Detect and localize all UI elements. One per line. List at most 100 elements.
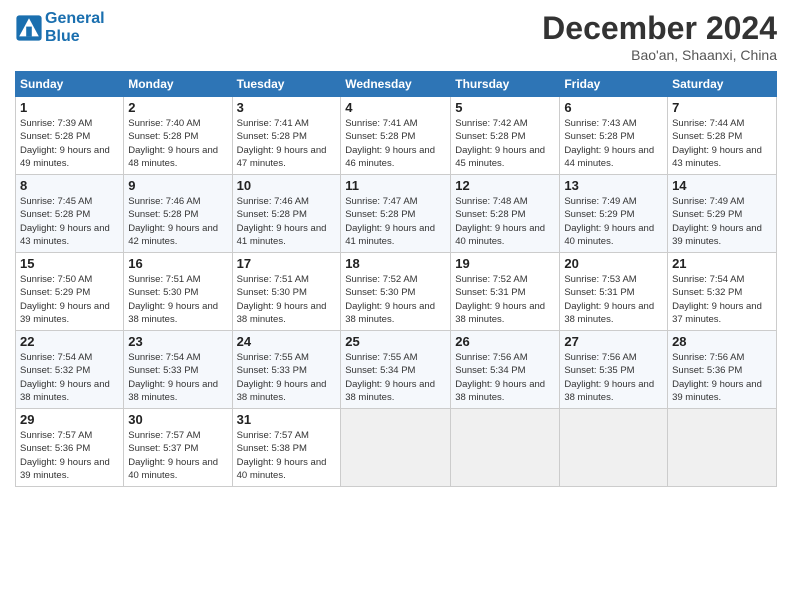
calendar-cell: 20 Sunrise: 7:53 AMSunset: 5:31 PMDaylig…: [560, 253, 668, 331]
cell-details: Sunrise: 7:57 AMSunset: 5:38 PMDaylight:…: [237, 430, 327, 481]
logo-icon: [15, 14, 43, 42]
cell-details: Sunrise: 7:47 AMSunset: 5:28 PMDaylight:…: [345, 196, 435, 247]
cell-details: Sunrise: 7:56 AMSunset: 5:36 PMDaylight:…: [672, 352, 762, 403]
calendar-cell: 29 Sunrise: 7:57 AMSunset: 5:36 PMDaylig…: [16, 409, 124, 487]
day-number: 10: [237, 178, 337, 193]
cell-details: Sunrise: 7:56 AMSunset: 5:35 PMDaylight:…: [564, 352, 654, 403]
day-number: 1: [20, 100, 119, 115]
cell-details: Sunrise: 7:54 AMSunset: 5:32 PMDaylight:…: [672, 274, 762, 325]
day-number: 29: [20, 412, 119, 427]
day-number: 25: [345, 334, 446, 349]
calendar-cell: 25 Sunrise: 7:55 AMSunset: 5:34 PMDaylig…: [341, 331, 451, 409]
cell-details: Sunrise: 7:46 AMSunset: 5:28 PMDaylight:…: [237, 196, 327, 247]
cell-details: Sunrise: 7:42 AMSunset: 5:28 PMDaylight:…: [455, 118, 545, 169]
cell-details: Sunrise: 7:40 AMSunset: 5:28 PMDaylight:…: [128, 118, 218, 169]
cell-details: Sunrise: 7:54 AMSunset: 5:32 PMDaylight:…: [20, 352, 110, 403]
day-number: 11: [345, 178, 446, 193]
day-number: 17: [237, 256, 337, 271]
cell-details: Sunrise: 7:54 AMSunset: 5:33 PMDaylight:…: [128, 352, 218, 403]
cell-details: Sunrise: 7:44 AMSunset: 5:28 PMDaylight:…: [672, 118, 762, 169]
cell-details: Sunrise: 7:50 AMSunset: 5:29 PMDaylight:…: [20, 274, 110, 325]
day-number: 22: [20, 334, 119, 349]
calendar-cell: 28 Sunrise: 7:56 AMSunset: 5:36 PMDaylig…: [668, 331, 777, 409]
day-number: 7: [672, 100, 772, 115]
day-number: 8: [20, 178, 119, 193]
day-number: 2: [128, 100, 227, 115]
day-number: 18: [345, 256, 446, 271]
header-wednesday: Wednesday: [341, 72, 451, 97]
header-friday: Friday: [560, 72, 668, 97]
header-monday: Monday: [124, 72, 232, 97]
calendar-cell: 22 Sunrise: 7:54 AMSunset: 5:32 PMDaylig…: [16, 331, 124, 409]
cell-details: Sunrise: 7:53 AMSunset: 5:31 PMDaylight:…: [564, 274, 654, 325]
calendar-week-row: 1 Sunrise: 7:39 AMSunset: 5:28 PMDayligh…: [16, 97, 777, 175]
calendar-cell: 6 Sunrise: 7:43 AMSunset: 5:28 PMDayligh…: [560, 97, 668, 175]
day-number: 3: [237, 100, 337, 115]
cell-details: Sunrise: 7:52 AMSunset: 5:31 PMDaylight:…: [455, 274, 545, 325]
day-number: 21: [672, 256, 772, 271]
cell-details: Sunrise: 7:41 AMSunset: 5:28 PMDaylight:…: [237, 118, 327, 169]
cell-details: Sunrise: 7:51 AMSunset: 5:30 PMDaylight:…: [237, 274, 327, 325]
calendar-cell: 5 Sunrise: 7:42 AMSunset: 5:28 PMDayligh…: [451, 97, 560, 175]
day-number: 31: [237, 412, 337, 427]
page-container: General Blue December 2024 Bao'an, Shaan…: [0, 0, 792, 497]
title-block: December 2024 Bao'an, Shaanxi, China: [542, 10, 777, 63]
cell-details: Sunrise: 7:51 AMSunset: 5:30 PMDaylight:…: [128, 274, 218, 325]
day-number: 6: [564, 100, 663, 115]
calendar-cell: [341, 409, 451, 487]
day-number: 14: [672, 178, 772, 193]
weekday-header-row: Sunday Monday Tuesday Wednesday Thursday…: [16, 72, 777, 97]
day-number: 30: [128, 412, 227, 427]
calendar-cell: 21 Sunrise: 7:54 AMSunset: 5:32 PMDaylig…: [668, 253, 777, 331]
logo-text: General Blue: [45, 10, 105, 45]
cell-details: Sunrise: 7:55 AMSunset: 5:33 PMDaylight:…: [237, 352, 327, 403]
cell-details: Sunrise: 7:39 AMSunset: 5:28 PMDaylight:…: [20, 118, 110, 169]
header-tuesday: Tuesday: [232, 72, 341, 97]
day-number: 26: [455, 334, 555, 349]
cell-details: Sunrise: 7:52 AMSunset: 5:30 PMDaylight:…: [345, 274, 435, 325]
calendar-cell: 24 Sunrise: 7:55 AMSunset: 5:33 PMDaylig…: [232, 331, 341, 409]
calendar-cell: 18 Sunrise: 7:52 AMSunset: 5:30 PMDaylig…: [341, 253, 451, 331]
calendar-cell: 30 Sunrise: 7:57 AMSunset: 5:37 PMDaylig…: [124, 409, 232, 487]
calendar-week-row: 22 Sunrise: 7:54 AMSunset: 5:32 PMDaylig…: [16, 331, 777, 409]
cell-details: Sunrise: 7:57 AMSunset: 5:37 PMDaylight:…: [128, 430, 218, 481]
day-number: 15: [20, 256, 119, 271]
calendar-cell: 19 Sunrise: 7:52 AMSunset: 5:31 PMDaylig…: [451, 253, 560, 331]
calendar-cell: 7 Sunrise: 7:44 AMSunset: 5:28 PMDayligh…: [668, 97, 777, 175]
day-number: 19: [455, 256, 555, 271]
calendar-cell: [668, 409, 777, 487]
calendar-cell: 17 Sunrise: 7:51 AMSunset: 5:30 PMDaylig…: [232, 253, 341, 331]
calendar-cell: 8 Sunrise: 7:45 AMSunset: 5:28 PMDayligh…: [16, 175, 124, 253]
header-thursday: Thursday: [451, 72, 560, 97]
day-number: 16: [128, 256, 227, 271]
logo: General Blue: [15, 10, 105, 45]
cell-details: Sunrise: 7:57 AMSunset: 5:36 PMDaylight:…: [20, 430, 110, 481]
header-saturday: Saturday: [668, 72, 777, 97]
cell-details: Sunrise: 7:55 AMSunset: 5:34 PMDaylight:…: [345, 352, 435, 403]
calendar-cell: [560, 409, 668, 487]
cell-details: Sunrise: 7:48 AMSunset: 5:28 PMDaylight:…: [455, 196, 545, 247]
calendar-cell: 11 Sunrise: 7:47 AMSunset: 5:28 PMDaylig…: [341, 175, 451, 253]
calendar-cell: 31 Sunrise: 7:57 AMSunset: 5:38 PMDaylig…: [232, 409, 341, 487]
header: General Blue December 2024 Bao'an, Shaan…: [15, 10, 777, 63]
day-number: 5: [455, 100, 555, 115]
cell-details: Sunrise: 7:56 AMSunset: 5:34 PMDaylight:…: [455, 352, 545, 403]
cell-details: Sunrise: 7:49 AMSunset: 5:29 PMDaylight:…: [672, 196, 762, 247]
day-number: 13: [564, 178, 663, 193]
calendar-week-row: 29 Sunrise: 7:57 AMSunset: 5:36 PMDaylig…: [16, 409, 777, 487]
header-sunday: Sunday: [16, 72, 124, 97]
cell-details: Sunrise: 7:46 AMSunset: 5:28 PMDaylight:…: [128, 196, 218, 247]
calendar-cell: 16 Sunrise: 7:51 AMSunset: 5:30 PMDaylig…: [124, 253, 232, 331]
day-number: 28: [672, 334, 772, 349]
calendar-cell: 27 Sunrise: 7:56 AMSunset: 5:35 PMDaylig…: [560, 331, 668, 409]
location: Bao'an, Shaanxi, China: [542, 47, 777, 63]
calendar-cell: 23 Sunrise: 7:54 AMSunset: 5:33 PMDaylig…: [124, 331, 232, 409]
calendar-week-row: 15 Sunrise: 7:50 AMSunset: 5:29 PMDaylig…: [16, 253, 777, 331]
cell-details: Sunrise: 7:45 AMSunset: 5:28 PMDaylight:…: [20, 196, 110, 247]
day-number: 20: [564, 256, 663, 271]
calendar-cell: 10 Sunrise: 7:46 AMSunset: 5:28 PMDaylig…: [232, 175, 341, 253]
calendar-cell: 4 Sunrise: 7:41 AMSunset: 5:28 PMDayligh…: [341, 97, 451, 175]
day-number: 24: [237, 334, 337, 349]
day-number: 12: [455, 178, 555, 193]
calendar-cell: 1 Sunrise: 7:39 AMSunset: 5:28 PMDayligh…: [16, 97, 124, 175]
